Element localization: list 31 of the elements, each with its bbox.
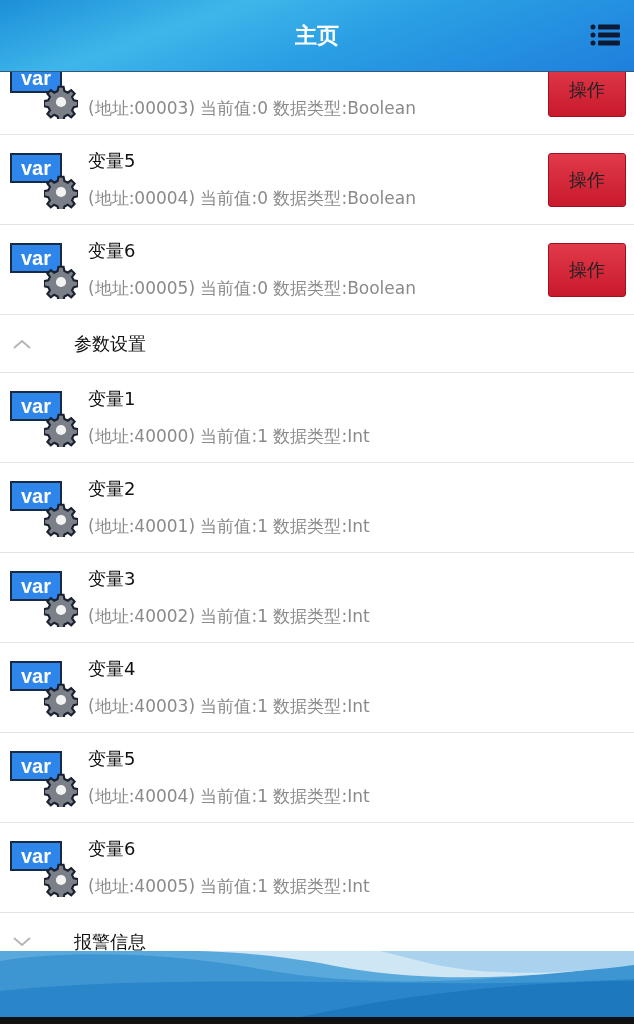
variable-detail: (地址:00004) 当前值:0 数据类型:Boolean — [88, 187, 417, 210]
variable-name: 变量6 — [88, 837, 137, 861]
variable-row[interactable]: var 变量3 (地址:40002) 当前值:1 数据类型:Int — [0, 553, 634, 643]
variable-row[interactable]: var 变量4 (地址:40003) 当前值:1 数据类型:Int — [0, 643, 634, 733]
variable-name: 变量5 — [88, 149, 137, 173]
variable-detail: (地址:00005) 当前值:0 数据类型:Boolean — [88, 277, 417, 300]
variable-name: 变量1 — [88, 387, 137, 411]
variable-row[interactable]: var 变量6 (地址:40005) 当前值:1 数据类型:Int — [0, 823, 634, 913]
variable-name: 变量5 — [88, 747, 137, 771]
section-title: 参数设置 — [74, 331, 146, 356]
section-title: 报警信息 — [74, 929, 146, 951]
variable-row[interactable]: var (地址:00003) 当前值:0 数据类型:Boolean 操作 — [0, 72, 634, 135]
variable-detail: (地址:40004) 当前值:1 数据类型:Int — [88, 785, 371, 808]
page-title: 主页 — [295, 21, 339, 50]
variable-row[interactable]: var 变量5 (地址:00004) 当前值:0 数据类型:Boolean 操作 — [0, 135, 634, 225]
variable-name: 变量4 — [88, 657, 137, 681]
variable-row[interactable]: var 变量2 (地址:40001) 当前值:1 数据类型:Int — [0, 463, 634, 553]
section-header[interactable]: 参数设置 — [0, 315, 634, 373]
variable-row[interactable]: var 变量6 (地址:00005) 当前值:0 数据类型:Boolean 操作 — [0, 225, 634, 315]
variable-detail: (地址:40001) 当前值:1 数据类型:Int — [88, 515, 371, 538]
variable-row[interactable]: var 变量5 (地址:40004) 当前值:1 数据类型:Int — [0, 733, 634, 823]
variable-detail: (地址:40000) 当前值:1 数据类型:Int — [88, 425, 371, 448]
variable-row[interactable]: var 变量1 (地址:40000) 当前值:1 数据类型:Int — [0, 373, 634, 463]
variable-name: 变量2 — [88, 477, 137, 501]
variable-detail: (地址:00003) 当前值:0 数据类型:Boolean — [88, 97, 417, 120]
variable-name: 变量3 — [88, 567, 137, 591]
variable-name: 变量6 — [88, 239, 137, 263]
variable-detail: (地址:40003) 当前值:1 数据类型:Int — [88, 695, 371, 718]
variable-detail: (地址:40005) 当前值:1 数据类型:Int — [88, 875, 371, 898]
menu-icon[interactable] — [590, 24, 620, 46]
variable-detail: (地址:40002) 当前值:1 数据类型:Int — [88, 605, 371, 628]
